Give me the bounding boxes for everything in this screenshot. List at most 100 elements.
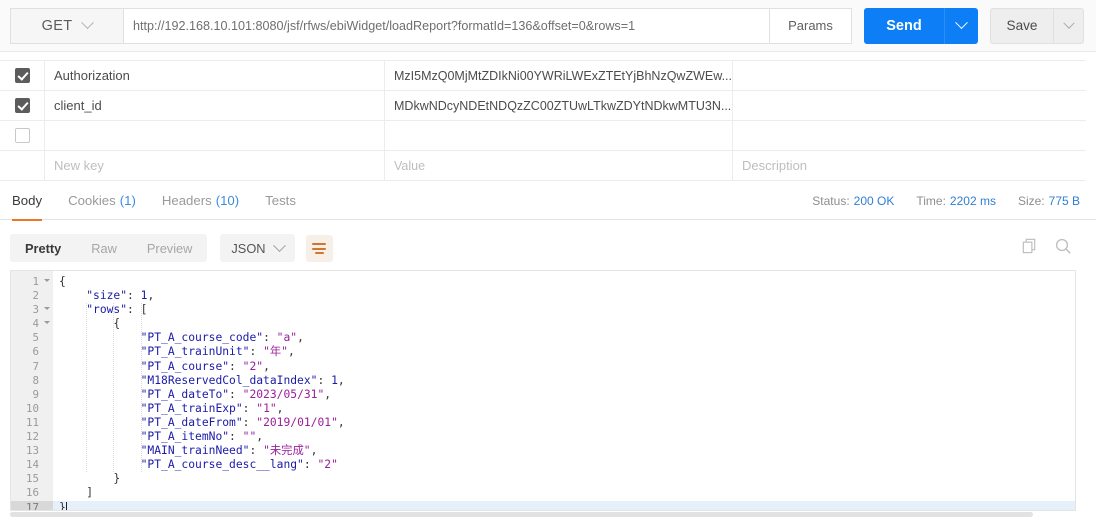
fold-triangle-icon[interactable] bbox=[44, 307, 50, 311]
indent-guide bbox=[113, 303, 115, 473]
line-number: 17 bbox=[11, 500, 53, 510]
size-value: 775 B bbox=[1048, 193, 1080, 208]
editor-tools bbox=[1021, 237, 1072, 260]
row-enable-checkbox[interactable] bbox=[14, 98, 30, 113]
table-row: client_id MDkwNDcyNDEtNDQzZC00ZTUwLTkwZDY… bbox=[0, 91, 1086, 121]
json-key: "PT_A_trainExp" bbox=[140, 401, 243, 415]
json-punct: : bbox=[317, 373, 332, 387]
time-value: 2202 ms bbox=[949, 193, 996, 208]
json-punct: { bbox=[113, 317, 121, 331]
code-line[interactable]: { bbox=[53, 317, 1075, 331]
chevron-down-icon bbox=[955, 16, 968, 30]
url-input[interactable]: http://192.168.10.101:8080/jsf/rfws/ebiW… bbox=[123, 7, 770, 44]
header-description-cell[interactable] bbox=[733, 91, 1086, 120]
view-mode-raw[interactable]: Raw bbox=[76, 234, 132, 262]
line-number: 9 bbox=[32, 387, 39, 401]
view-mode-pretty[interactable]: Pretty bbox=[10, 234, 77, 262]
code-line[interactable]: { bbox=[53, 275, 1075, 289]
word-wrap-icon[interactable] bbox=[305, 234, 333, 262]
save-button[interactable]: Save bbox=[990, 7, 1054, 44]
search-icon[interactable] bbox=[1054, 237, 1072, 260]
send-button[interactable]: Send bbox=[864, 7, 944, 44]
size-label: Size: bbox=[1017, 193, 1045, 208]
response-status-summary: Status: 200 OK Time: 2202 ms Size: 775 B bbox=[812, 194, 1080, 208]
code-line[interactable]: "PT_A_trainUnit": "年", bbox=[53, 345, 1075, 359]
code-line[interactable]: "M18ReservedCol_dataIndex": 1, bbox=[53, 374, 1075, 388]
code-line[interactable]: ] bbox=[53, 486, 1075, 500]
tab-tests[interactable]: Tests bbox=[265, 182, 296, 220]
header-value-cell[interactable] bbox=[385, 121, 733, 150]
view-mode-segmented-control: Pretty Raw Preview bbox=[10, 234, 208, 262]
header-value-cell[interactable]: MzI5MzQ0MjMtZDIkNi00YWRiLWExZTEtYjBhNzQw… bbox=[385, 61, 733, 90]
line-number: 3 bbox=[11, 303, 53, 317]
json-key: "rows" bbox=[86, 303, 128, 317]
new-description-input[interactable]: Description bbox=[733, 151, 1086, 180]
header-key-cell[interactable]: client_id bbox=[45, 91, 385, 120]
line-number-gutter: 1 2 3 4 5 6 7 8 9 10 11 12 13 14 15 16 17 bbox=[11, 271, 53, 510]
params-button[interactable]: Params bbox=[770, 7, 852, 44]
tab-cookies[interactable]: Cookies (1) bbox=[68, 182, 136, 220]
time-label: Time: bbox=[916, 193, 946, 208]
json-punct: : bbox=[249, 444, 264, 458]
header-key-cell[interactable]: Authorization bbox=[45, 61, 385, 90]
format-selector[interactable]: JSON bbox=[220, 234, 295, 262]
tab-body[interactable]: Body bbox=[12, 182, 43, 221]
text-cursor bbox=[65, 501, 67, 510]
fold-triangle-icon[interactable] bbox=[44, 321, 50, 325]
new-value-input[interactable]: Value bbox=[385, 151, 733, 180]
code-line[interactable]: } bbox=[53, 500, 1075, 510]
json-key: "MAIN_trainNeed" bbox=[140, 444, 250, 458]
scrollbar-thumb[interactable] bbox=[10, 512, 1034, 517]
time-badge: Time: 2202 ms bbox=[916, 194, 996, 208]
header-description-cell[interactable] bbox=[733, 61, 1086, 90]
header-description-cell[interactable] bbox=[733, 121, 1086, 150]
code-line[interactable]: "PT_A_dateFrom": "2019/01/01", bbox=[53, 416, 1075, 430]
code-line[interactable]: "rows": [ bbox=[53, 303, 1075, 317]
json-response-editor[interactable]: 1 2 3 4 5 6 7 8 9 10 11 12 13 14 15 16 17 { "size": 1, "… bbox=[10, 270, 1076, 511]
chevron-down-icon bbox=[1062, 17, 1075, 29]
json-punct: ] bbox=[86, 486, 94, 500]
header-key-cell[interactable] bbox=[45, 121, 385, 150]
row-enable-checkbox[interactable] bbox=[14, 128, 30, 143]
code-line[interactable]: "PT_A_course_code": "a", bbox=[53, 331, 1075, 345]
view-mode-preview[interactable]: Preview bbox=[132, 234, 208, 262]
code-line[interactable]: "PT_A_itemNo": "", bbox=[53, 430, 1075, 444]
code-line[interactable]: } bbox=[53, 472, 1075, 486]
tab-count: (10) bbox=[215, 193, 240, 208]
json-code-area[interactable]: { "size": 1, "rows": [ { "PT_A_course_co… bbox=[53, 271, 1075, 510]
new-key-input[interactable]: New key bbox=[45, 151, 385, 180]
code-line[interactable]: "PT_A_course": "2", bbox=[53, 360, 1075, 374]
header-value-cell[interactable]: MDkwNDcyNDEtNDQzZC00ZTUwLTkwZDYtNDkwMTU3… bbox=[385, 91, 733, 120]
line-number: 12 bbox=[25, 430, 39, 444]
send-options-button[interactable] bbox=[944, 7, 978, 44]
code-line[interactable]: "MAIN_trainNeed": "未完成", bbox=[53, 444, 1075, 458]
request-url-bar: GET http://192.168.10.101:8080/jsf/rfws/… bbox=[0, 0, 1096, 52]
fold-triangle-icon[interactable] bbox=[44, 279, 50, 282]
row-enable-cell bbox=[0, 121, 45, 150]
copy-icon[interactable] bbox=[1021, 237, 1038, 259]
size-badge: Size: 775 B bbox=[1018, 194, 1080, 208]
horizontal-scrollbar[interactable] bbox=[10, 512, 1076, 519]
code-line[interactable]: "PT_A_trainExp": "1", bbox=[53, 402, 1075, 416]
row-enable-checkbox[interactable] bbox=[14, 68, 30, 83]
code-line[interactable]: "PT_A_course_desc__lang": "2" bbox=[53, 458, 1075, 472]
format-label: JSON bbox=[231, 240, 266, 256]
response-tab-bar: Body Cookies (1) Headers (10) Tests Status: 20… bbox=[0, 182, 1096, 221]
code-line[interactable]: "PT_A_dateTo": "2023/05/31", bbox=[53, 388, 1075, 402]
json-str: "1" bbox=[256, 401, 277, 415]
json-str: "2019/01/01" bbox=[256, 415, 338, 429]
http-method-selector[interactable]: GET bbox=[10, 7, 123, 44]
send-button-group: Send bbox=[864, 7, 978, 44]
tab-headers[interactable]: Headers (10) bbox=[162, 182, 239, 220]
save-options-button[interactable] bbox=[1054, 7, 1084, 44]
json-punct: : bbox=[249, 345, 264, 359]
code-line[interactable]: "size": 1, bbox=[53, 289, 1075, 303]
chevron-down-icon bbox=[272, 238, 286, 252]
json-key: "PT_A_course_desc__lang" bbox=[140, 458, 304, 472]
